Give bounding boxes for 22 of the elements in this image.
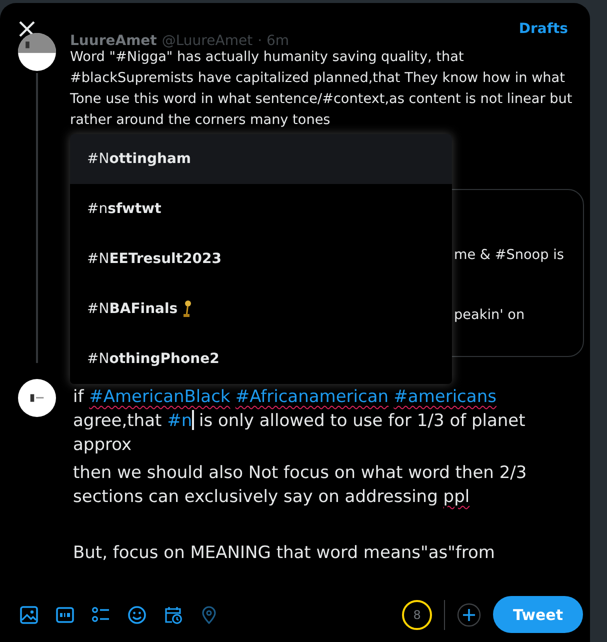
avatar-icon <box>18 33 56 71</box>
add-icon[interactable] <box>457 602 482 626</box>
tweet-text: Word "#Nigga" has actually humanity saving quality, that #blackSupremists have capitalized planned,that They know how in what Tone use this word in what sentence/#context,as content is not linear but rather around the corners many tones <box>70 48 574 130</box>
poll-icon[interactable] <box>91 604 111 624</box>
close-icon[interactable] <box>18 20 36 38</box>
hashtag-suggestion[interactable]: #NEETresult2023 <box>70 234 452 284</box>
drafts-link[interactable]: Drafts <box>518 21 568 37</box>
hashtag-suggestion[interactable]: #Nottingham <box>70 134 452 184</box>
author-handle: @LuureAmet <box>162 33 253 49</box>
quoted-tweet-text: peakin' on <box>454 307 525 323</box>
character-counter: 8 <box>402 600 432 630</box>
gif-icon[interactable] <box>55 604 75 624</box>
hashtag-suggestion[interactable]: #nsfwtwt <box>70 184 452 234</box>
quoted-tweet-text: me & #Snoop is <box>454 247 564 263</box>
avatar-icon <box>18 379 56 417</box>
emoji-icon[interactable] <box>127 604 147 624</box>
location-icon[interactable] <box>199 604 219 624</box>
tweet-time: · 6m <box>258 33 290 49</box>
hashtag-suggestion[interactable]: #NBAFinals <box>70 284 452 334</box>
author-name: LuureAmet <box>70 33 157 49</box>
schedule-icon[interactable] <box>163 604 183 624</box>
image-icon[interactable] <box>19 604 39 624</box>
